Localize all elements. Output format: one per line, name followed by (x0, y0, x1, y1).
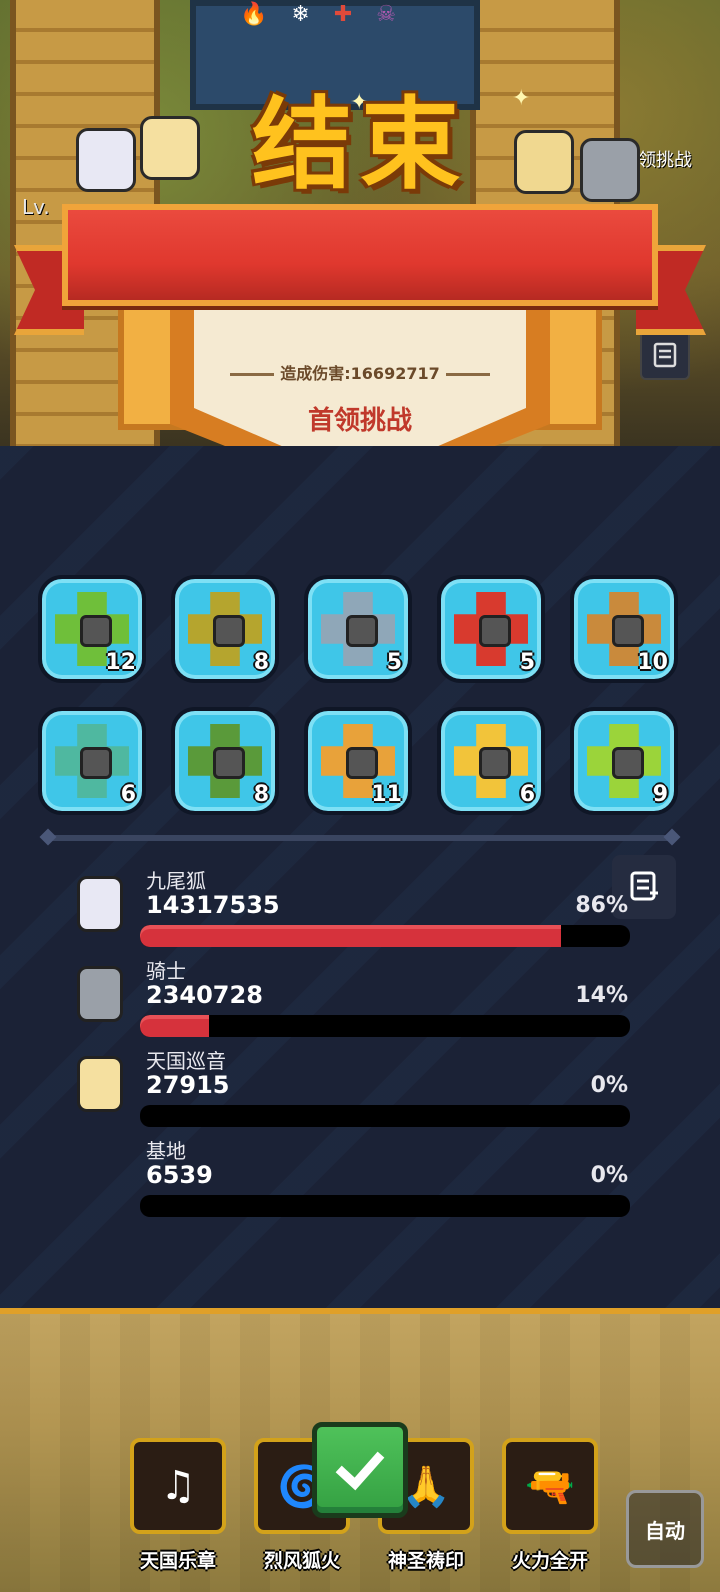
damage-bar (140, 1195, 630, 1217)
hero-count: 5 (386, 650, 402, 675)
skill-label: 神圣祷印 (387, 1550, 464, 1572)
hero-count: 5 (519, 650, 535, 675)
boss-challenge-label: 领挑战 (638, 150, 692, 171)
damage-value: 27915 (146, 1071, 230, 1099)
confirm-button[interactable] (312, 1422, 408, 1518)
total-damage-text: 造成伤害:16692717 (280, 364, 440, 383)
hero-tile[interactable]: 12 (38, 575, 146, 683)
unit-name: 基地 (146, 1139, 186, 1163)
hero-portrait (80, 615, 112, 647)
damage-value: 6539 (146, 1161, 213, 1189)
hero-tile[interactable]: 6 (38, 707, 146, 815)
result-title: 结束 (252, 86, 468, 203)
fox-girl-icon (60, 869, 140, 939)
hero-count: 6 (120, 782, 136, 807)
total-damage: 造成伤害:16692717 (210, 360, 510, 384)
damage-bar (140, 1105, 630, 1127)
element-icons: 🔥 ❄ ✚ ☠ (240, 2, 396, 27)
result-ribbon (62, 204, 658, 306)
hero-count: 8 (253, 782, 269, 807)
hero-portrait (346, 747, 378, 779)
fire-icon: 🔥 (240, 2, 268, 27)
hero-portrait (612, 747, 644, 779)
hero-count: 11 (371, 782, 402, 807)
hero-tile[interactable]: 8 (171, 707, 279, 815)
hero-portrait (479, 615, 511, 647)
hero-portrait (213, 747, 245, 779)
skill-button[interactable]: ♫ (130, 1438, 226, 1534)
angel-icon (60, 1049, 140, 1119)
sparkle-icon: ✦ (512, 86, 531, 111)
hero-tile[interactable]: 5 (437, 575, 545, 683)
notes-icon (653, 342, 677, 368)
damage-bar (140, 1015, 630, 1037)
ice-icon: ❄ (291, 2, 310, 27)
hero-count: 10 (637, 650, 668, 675)
hero-portrait (213, 615, 245, 647)
mode-title: 首领挑战 (307, 406, 412, 436)
guns-icon: 🔫 (525, 1463, 575, 1510)
hero-tile[interactable]: 6 (437, 707, 545, 815)
knight-avatar (580, 138, 640, 202)
avatar-portrait (77, 876, 123, 932)
hero-tile[interactable]: 10 (570, 575, 678, 683)
damage-percent: 86% (575, 893, 628, 918)
skull-icon: ☠ (376, 2, 397, 27)
level-label: Lv. (22, 195, 50, 219)
praying-hands-icon: 🙏 (401, 1463, 451, 1510)
skill-label: 天国乐章 (139, 1550, 216, 1572)
hero-portrait (80, 747, 112, 779)
hero-count: 12 (105, 650, 136, 675)
notes-button[interactable] (640, 330, 690, 380)
damage-percent: 0% (590, 1073, 628, 1098)
skill-button[interactable]: 🔫 (502, 1438, 598, 1534)
unit-name: 九尾狐 (146, 869, 206, 893)
checkmark-icon (335, 1451, 385, 1491)
divider-dash (230, 373, 275, 376)
damage-row: 骑士 2340728 14% (60, 955, 640, 1037)
hero-count: 9 (652, 782, 668, 807)
hero-tile[interactable]: 5 (304, 575, 412, 683)
unit-name: 天国巡音 (146, 1049, 226, 1073)
damage-percent: 14% (575, 983, 628, 1008)
damage-row: 天国巡音 27915 0% (60, 1045, 640, 1127)
hero-portrait (612, 615, 644, 647)
damage-bar-fill (140, 925, 562, 947)
unit-name: 骑士 (146, 959, 186, 983)
divider-dash (445, 373, 490, 376)
hero-tile[interactable]: 9 (570, 707, 678, 815)
hero-tile[interactable]: 11 (304, 707, 412, 815)
damage-value: 2340728 (146, 981, 263, 1009)
hero-count: 8 (253, 650, 269, 675)
knight-icon (60, 959, 140, 1029)
hero-portrait (479, 747, 511, 779)
auto-button[interactable]: 自动 (626, 1490, 704, 1568)
damage-percent: 0% (590, 1163, 628, 1188)
damage-bar (140, 925, 630, 947)
fox-girl-avatar (76, 128, 136, 192)
angel-avatar (140, 116, 200, 180)
section-divider (48, 835, 672, 841)
skill-label: 火力全开 (511, 1550, 588, 1572)
hero-count: 6 (519, 782, 535, 807)
harp-icon: ♫ (160, 1463, 196, 1509)
priest-avatar (514, 130, 574, 194)
avatar-portrait (77, 1056, 123, 1112)
damage-value: 14317535 (146, 891, 280, 919)
hero-grid: 12 8 5 5 10 6 8 11 6 9 (38, 575, 684, 815)
poison-icon: ✚ (333, 2, 353, 27)
hero-tile[interactable]: 8 (171, 575, 279, 683)
avatar-portrait (77, 966, 123, 1022)
damage-row: 基地 6539 0% (60, 1135, 640, 1217)
skill-label: 烈风狐火 (263, 1550, 340, 1572)
hero-portrait (346, 615, 378, 647)
damage-bar-fill (140, 1015, 209, 1037)
damage-row: 九尾狐 14317535 86% (60, 865, 640, 947)
